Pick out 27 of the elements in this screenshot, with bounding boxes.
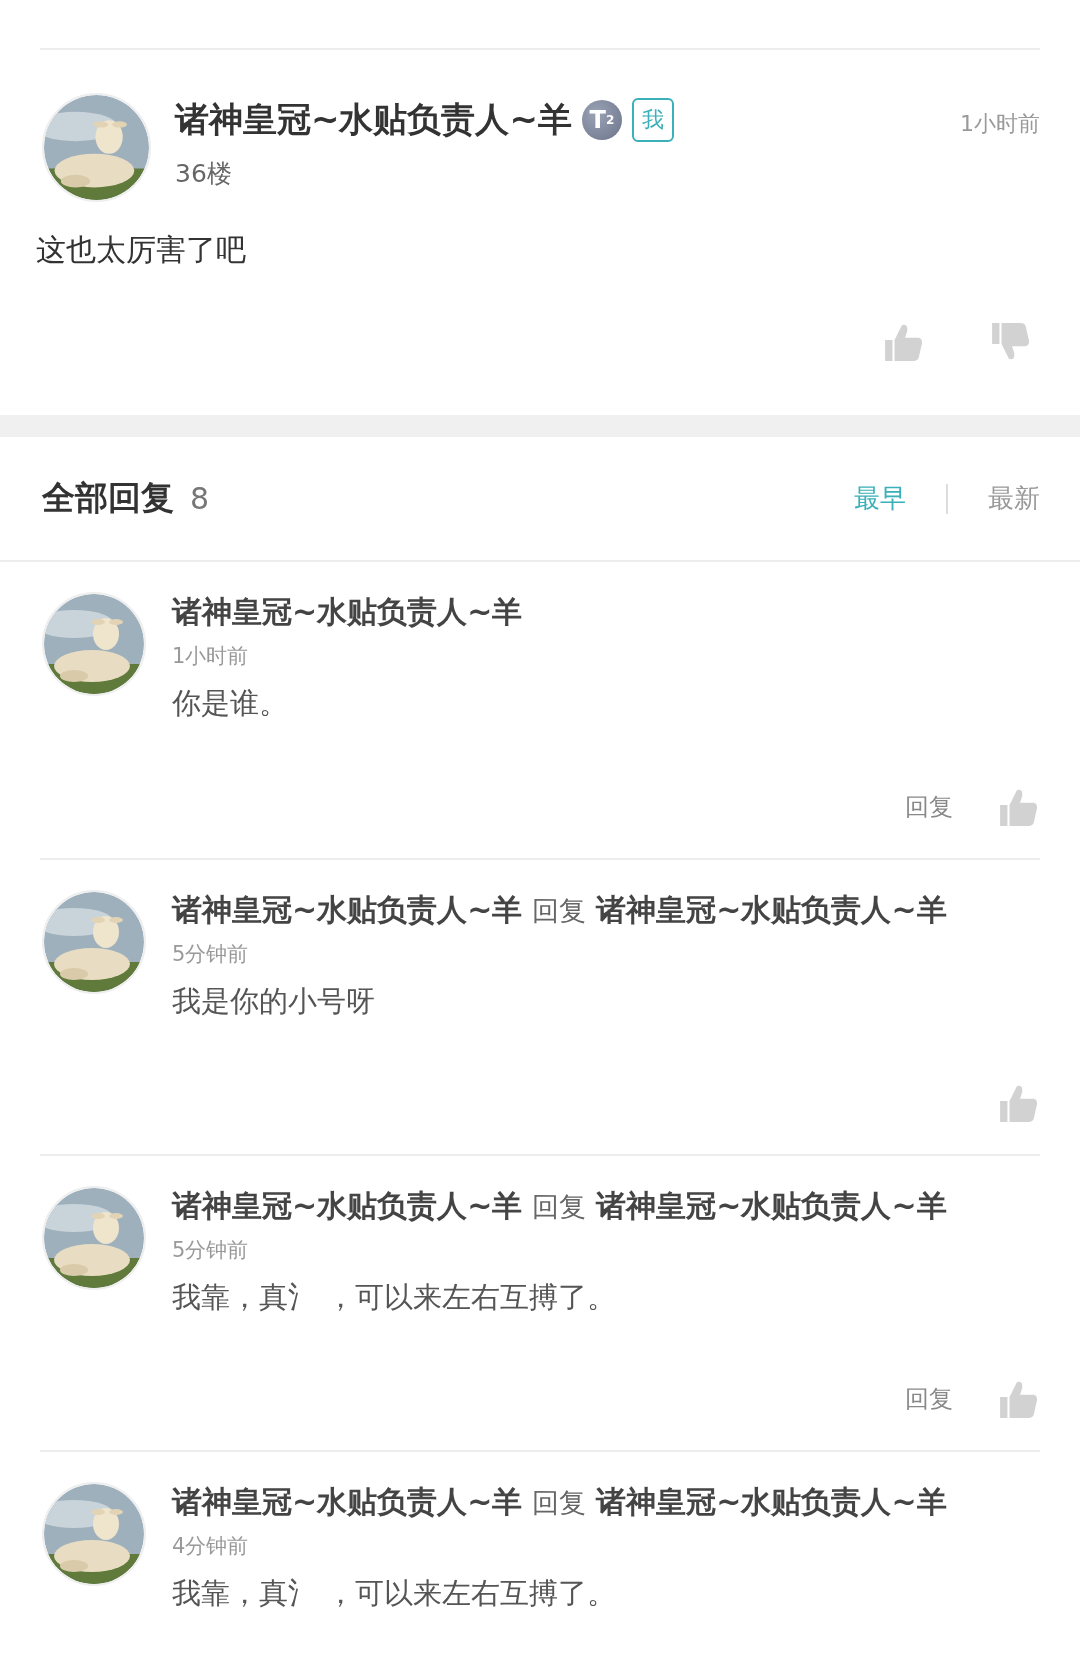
reply-word: 回复	[532, 1486, 587, 1520]
reply-time: 1小时前	[172, 643, 250, 670]
reply-time: 5分钟前	[172, 1237, 250, 1264]
user-name[interactable]: 诸神皇冠~水贴负责人~羊	[175, 97, 572, 143]
reply-time: 4分钟前	[172, 1533, 250, 1560]
reply-content: 我是你的小号呀	[172, 983, 376, 1020]
me-badge: 我	[632, 98, 674, 142]
user-name[interactable]: 诸神皇冠~水贴负责人~羊	[596, 890, 947, 931]
post-content: 这也太厉害了吧	[36, 231, 247, 269]
post-time: 1小时前	[960, 110, 1040, 138]
reply-content: 你是谁。	[172, 685, 289, 722]
floor-number: 36楼	[175, 158, 233, 190]
replies-title: 全部回复	[42, 477, 174, 519]
reply-count: 8	[190, 481, 210, 516]
user-name[interactable]: 诸神皇冠~水贴负责人~羊	[596, 1482, 947, 1523]
user-name[interactable]: 诸神皇冠~水贴负责人~羊	[596, 1186, 947, 1227]
user-name[interactable]: 诸神皇冠~水贴负责人~羊	[172, 1482, 523, 1523]
reply-word: 回复	[532, 894, 587, 928]
user-name[interactable]: 诸神皇冠~水贴负责人~羊	[172, 890, 523, 931]
reply-time: 5分钟前	[172, 941, 250, 968]
reply-content: 我靠，真氵 ，可以来左右互搏了。	[172, 1279, 618, 1316]
reply-button[interactable]: 回复	[905, 791, 953, 823]
reply-word: 回复	[532, 1190, 587, 1224]
reply-content: 我靠，真氵 ，可以来左右互搏了。	[172, 1575, 618, 1612]
reply-button[interactable]: 回复	[905, 1383, 953, 1415]
user-name[interactable]: 诸神皇冠~水贴负责人~羊	[172, 1186, 523, 1227]
user-name[interactable]: 诸神皇冠~水贴负责人~羊	[172, 592, 523, 633]
